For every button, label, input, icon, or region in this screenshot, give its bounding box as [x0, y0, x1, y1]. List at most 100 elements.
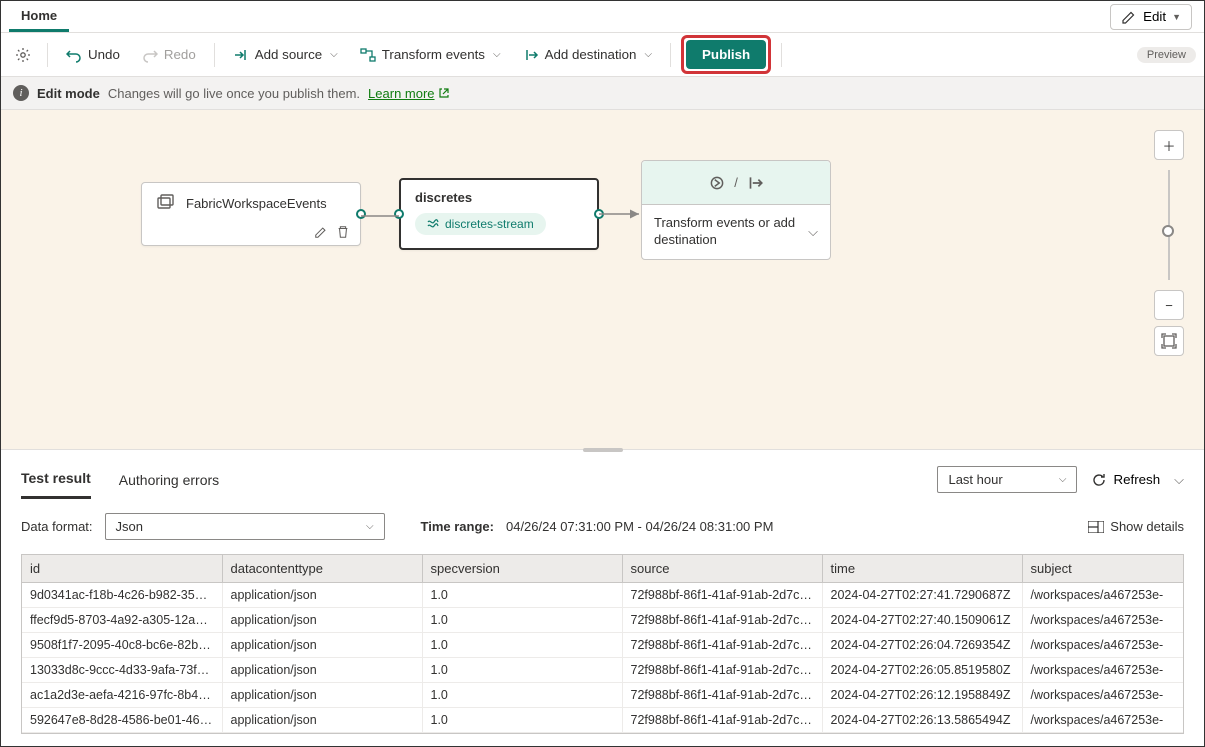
results-table: iddatacontenttypespecversionsourcetimesu… [22, 555, 1183, 733]
table-row[interactable]: 13033d8c-9ccc-4d33-9afa-73f5c95applicati… [22, 658, 1183, 683]
workspace-icon [156, 193, 176, 213]
trash-icon[interactable] [336, 225, 350, 239]
table-cell: 72f988bf-86f1-41af-91ab-2d7cd01 [622, 583, 822, 608]
show-details-button[interactable]: Show details [1088, 519, 1184, 534]
zoom-in-button[interactable]: ＋ [1154, 130, 1184, 160]
table-cell: 13033d8c-9ccc-4d33-9afa-73f5c95 [22, 658, 222, 683]
time-range-label: Time range: [421, 519, 494, 534]
table-cell: application/json [222, 583, 422, 608]
divider [214, 43, 215, 67]
table-cell: /workspaces/a467253e- [1022, 658, 1183, 683]
divider [670, 43, 671, 67]
add-source-icon [233, 47, 249, 63]
settings-button[interactable] [9, 41, 37, 69]
table-cell: 1.0 [422, 658, 622, 683]
chevron-down-icon: ⌵ [1059, 474, 1067, 485]
data-format-label: Data format: [21, 519, 93, 534]
dest-sep: / [734, 175, 738, 190]
node-stream[interactable]: discretes discretes-stream [399, 178, 599, 250]
node-destination[interactable]: / Transform events or add destination ⌵ [641, 160, 831, 260]
refresh-button[interactable]: Refresh [1091, 472, 1160, 488]
toolbar: Undo Redo Add source ⌵ Transform events … [1, 33, 1204, 77]
table-row[interactable]: ffecf9d5-8703-4a92-a305-12a423bapplicati… [22, 608, 1183, 633]
plus-icon: ＋ [1162, 136, 1175, 155]
col-header[interactable]: datacontenttype [222, 555, 422, 583]
chevron-down-icon[interactable]: ⌵ [808, 224, 818, 240]
table-cell: 72f988bf-86f1-41af-91ab-2d7cd01 [622, 608, 822, 633]
table-cell: 9d0341ac-f18b-4c26-b982-35a1d1f [22, 583, 222, 608]
data-format-dropdown[interactable]: Json ⌵ [105, 513, 385, 540]
table-cell: ffecf9d5-8703-4a92-a305-12a423b [22, 608, 222, 633]
col-header[interactable]: specversion [422, 555, 622, 583]
flow-canvas[interactable]: FabricWorkspaceEvents discretes discrete… [1, 110, 1204, 450]
minus-icon: − [1165, 298, 1173, 313]
tab-home[interactable]: Home [9, 2, 69, 32]
table-cell: 72f988bf-86f1-41af-91ab-2d7cd01 [622, 633, 822, 658]
table-cell: application/json [222, 658, 422, 683]
node-port-out[interactable] [594, 209, 604, 219]
table-cell: 1.0 [422, 608, 622, 633]
node-port-in[interactable] [394, 209, 404, 219]
add-source-label: Add source [255, 47, 322, 62]
zoom-out-button[interactable]: − [1154, 290, 1184, 320]
external-link-icon [438, 87, 450, 99]
time-range-value: Last hour [948, 472, 1002, 487]
chevron-down-icon[interactable]: ⌵ [1174, 472, 1184, 488]
redo-icon [142, 47, 158, 63]
table-cell: /workspaces/a467253e- [1022, 633, 1183, 658]
destination-icon [746, 174, 764, 192]
dest-text: Transform events or add destination [654, 215, 802, 249]
undo-icon [66, 47, 82, 63]
tab-test-result[interactable]: Test result [21, 460, 91, 499]
undo-button[interactable]: Undo [58, 41, 128, 69]
col-header[interactable]: time [822, 555, 1022, 583]
chevron-down-icon: ⌵ [644, 49, 652, 60]
publish-button[interactable]: Publish [686, 40, 766, 69]
pencil-icon[interactable] [314, 225, 328, 239]
table-cell: ac1a2d3e-aefa-4216-97fc-8b43d70 [22, 683, 222, 708]
learn-more-label: Learn more [368, 86, 434, 101]
table-row[interactable]: ac1a2d3e-aefa-4216-97fc-8b43d70applicati… [22, 683, 1183, 708]
table-row[interactable]: 9508f1f7-2095-40c8-bc6e-82bc942applicati… [22, 633, 1183, 658]
add-destination-button[interactable]: Add destination ⌵ [515, 41, 660, 69]
table-cell: application/json [222, 708, 422, 733]
top-tabs: Home Edit ▼ [1, 1, 1204, 33]
col-header[interactable]: subject [1022, 555, 1183, 583]
col-header[interactable]: id [22, 555, 222, 583]
table-cell: 2024-04-27T02:26:04.7269354Z [822, 633, 1022, 658]
transform-icon [360, 47, 376, 63]
panel-drag-handle[interactable] [583, 448, 623, 452]
transform-events-button[interactable]: Transform events ⌵ [352, 41, 509, 69]
time-range-dropdown[interactable]: Last hour ⌵ [937, 466, 1077, 493]
learn-more-link[interactable]: Learn more [368, 86, 449, 101]
undo-label: Undo [88, 47, 120, 62]
node-source[interactable]: FabricWorkspaceEvents [141, 182, 361, 246]
table-row[interactable]: 592647e8-8d28-4586-be01-46df52applicatio… [22, 708, 1183, 733]
zoom-slider[interactable] [1168, 170, 1170, 280]
zoom-controls: ＋ − [1154, 130, 1184, 356]
node-port-out[interactable] [356, 209, 366, 219]
add-destination-icon [523, 47, 539, 63]
chevron-down-icon: ⌵ [493, 49, 501, 60]
panel-tabs: Test result Authoring errors Last hour ⌵… [1, 454, 1204, 499]
table-cell: 2024-04-27T02:26:13.5865494Z [822, 708, 1022, 733]
table-cell: 1.0 [422, 708, 622, 733]
add-source-button[interactable]: Add source ⌵ [225, 41, 346, 69]
col-header[interactable]: source [622, 555, 822, 583]
table-cell: 2024-04-27T02:27:40.1509061Z [822, 608, 1022, 633]
chevron-down-icon: ⌵ [366, 521, 374, 532]
transform-label: Transform events [382, 47, 485, 62]
table-row[interactable]: 9d0341ac-f18b-4c26-b982-35a1d1fapplicati… [22, 583, 1183, 608]
table-cell: 2024-04-27T02:26:12.1958849Z [822, 683, 1022, 708]
tab-authoring-errors[interactable]: Authoring errors [119, 462, 219, 498]
table-cell: 72f988bf-86f1-41af-91ab-2d7cd01 [622, 708, 822, 733]
table-cell: 2024-04-27T02:26:05.8519580Z [822, 658, 1022, 683]
table-cell: /workspaces/a467253e- [1022, 608, 1183, 633]
gear-icon [15, 47, 31, 63]
edit-button[interactable]: Edit ▼ [1110, 4, 1192, 30]
zoom-fit-button[interactable] [1154, 326, 1184, 356]
info-icon: i [13, 85, 29, 101]
table-cell: 1.0 [422, 583, 622, 608]
zoom-thumb[interactable] [1162, 225, 1174, 237]
connector [599, 202, 645, 226]
